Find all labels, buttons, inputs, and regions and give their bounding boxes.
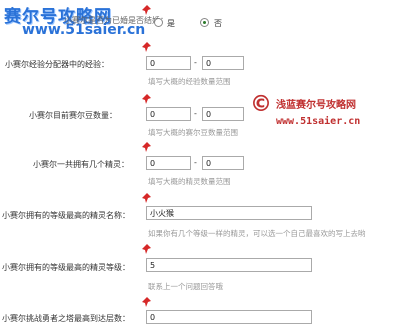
exp-hint: 填写大概的经验数量范围 — [148, 77, 231, 86]
radio-no[interactable] — [200, 18, 209, 27]
beans-label: 小赛尔目前赛尔豆数量： — [29, 111, 117, 120]
top-elf-name-input[interactable] — [146, 206, 312, 220]
top-elf-level-hint: 联系上一个问题回答哦 — [148, 282, 223, 291]
pushpin-icon — [142, 244, 151, 254]
radio-yes-label: 是 — [167, 19, 175, 28]
copyright-icon: © — [250, 92, 272, 117]
exp-dash: - — [194, 58, 197, 67]
pushpin-icon — [142, 42, 151, 52]
top-elf-name-hint: 如果你有几个等级一样的精灵，可以选一个自己最喜欢的写上去哟 — [148, 229, 366, 238]
tower-floor-input[interactable] — [146, 310, 312, 324]
radio-no-label: 否 — [214, 19, 222, 28]
radio-yes[interactable] — [154, 18, 163, 27]
middle-watermark-url: www.51saier.cn — [276, 116, 361, 127]
exp-min-input[interactable] — [146, 56, 191, 70]
pushpin-icon — [142, 297, 151, 307]
elves-min-input[interactable] — [146, 156, 191, 170]
exp-label: 小赛尔经验分配器中的经验： — [5, 60, 109, 69]
top-elf-name-label: 小赛尔拥有的等级最高的精灵名称： — [2, 211, 130, 220]
pushpin-icon — [142, 94, 151, 104]
top-elf-level-label: 小赛尔拥有的等级最高的精灵等级： — [2, 263, 130, 272]
pushpin-icon — [142, 5, 151, 15]
pushpin-icon — [142, 142, 151, 152]
beans-dash: - — [194, 109, 197, 118]
elves-dash: - — [194, 158, 197, 167]
elves-max-input[interactable] — [202, 156, 244, 170]
married-label: 小赛尔是否为已婚是否结婚： — [64, 16, 168, 25]
beans-max-input[interactable] — [202, 107, 244, 121]
pushpin-icon — [142, 193, 151, 203]
elves-count-label: 小赛尔一共拥有几个精灵： — [33, 160, 129, 169]
middle-watermark-name: 浅蓝赛尔号攻略网 — [276, 100, 356, 111]
top-elf-level-input[interactable] — [146, 258, 312, 272]
exp-max-input[interactable] — [202, 56, 244, 70]
beans-hint: 填写大概的赛尔豆数量范围 — [148, 128, 238, 137]
tower-floor-label: 小赛尔挑战勇者之塔最高到达层数： — [2, 314, 130, 323]
beans-min-input[interactable] — [146, 107, 191, 121]
elves-hint: 填写大概的精灵数量范围 — [148, 177, 231, 186]
